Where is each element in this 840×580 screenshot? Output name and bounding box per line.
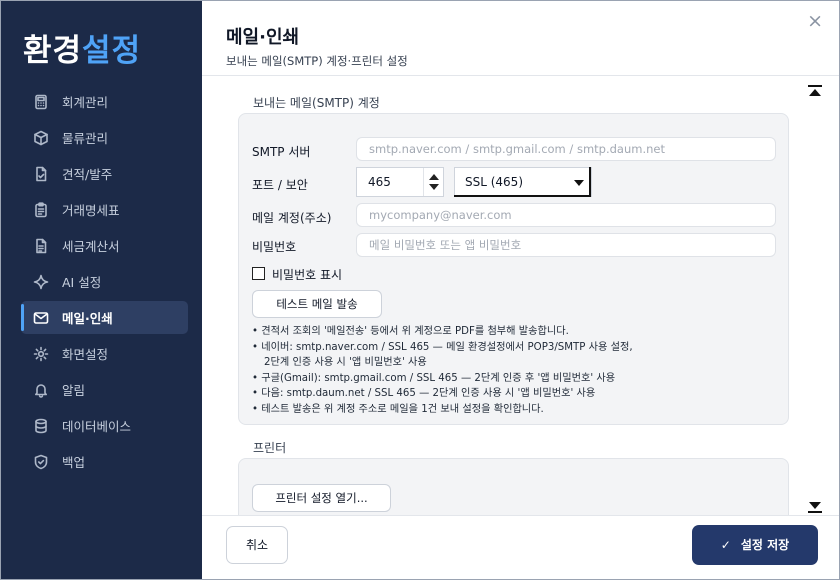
sidebar-item-label: 메일·인쇄 xyxy=(62,311,113,326)
sidebar-item-estimate[interactable]: 견적/발주 xyxy=(21,157,188,190)
sidebar-item-notifications[interactable]: 알림 xyxy=(21,373,188,406)
box-icon xyxy=(32,129,50,147)
account-email-input[interactable]: mycompany@naver.com xyxy=(356,203,776,227)
close-icon[interactable]: × xyxy=(807,12,823,31)
sidebar-item-accounting[interactable]: 회계관리 xyxy=(21,85,188,118)
bell-icon xyxy=(32,381,50,399)
save-settings-button[interactable]: ✓ 설정 저장 xyxy=(692,525,818,565)
app-title: 환경설정 xyxy=(23,25,141,70)
sidebar-item-label: 견적/발주 xyxy=(62,167,113,182)
footer-divider xyxy=(202,515,839,516)
title-part-2: 설정 xyxy=(82,33,142,69)
sidebar-item-label: AI 설정 xyxy=(62,275,102,290)
settings-scroll-area[interactable]: 보내는 메일(SMTP) 계정 SMTP 서버 smtp.naver.com /… xyxy=(224,83,799,515)
sidebar-item-logistics[interactable]: 물류관리 xyxy=(21,121,188,154)
calculator-icon xyxy=(32,93,50,111)
sidebar-item-label: 데이터베이스 xyxy=(62,419,132,434)
chevron-down-icon xyxy=(574,180,584,186)
title-part-1: 환경 xyxy=(23,33,83,69)
sidebar-item-backup[interactable]: 백업 xyxy=(21,445,188,478)
show-password-label[interactable]: 비밀번호 표시 xyxy=(272,266,342,283)
settings-window: 환경설정 회계관리 물류관리 견적/발주 거래명세표 세금계산서 AI 설정 메… xyxy=(0,0,840,580)
password-label: 비밀번호 xyxy=(252,240,297,254)
shield-check-icon xyxy=(32,453,50,471)
note-line: • 견적서 조회의 '메일전송' 등에서 위 계정으로 PDF를 첨부해 발송합… xyxy=(252,326,569,337)
security-select[interactable]: SSL (465) xyxy=(454,167,592,197)
password-input[interactable]: 메일 비밀번호 또는 앱 비밀번호 xyxy=(356,233,776,257)
sparkle-icon xyxy=(32,273,50,291)
sidebar-item-mail-print[interactable]: 메일·인쇄 xyxy=(21,301,188,334)
port-security-label: 포트 / 보안 xyxy=(252,178,308,192)
sidebar-item-label: 알림 xyxy=(62,383,86,398)
note-line: 2단계 인증 사용 시 '앱 비밀번호' 사용 xyxy=(264,357,427,369)
sidebar-item-label: 백업 xyxy=(62,455,86,470)
sidebar-item-statement[interactable]: 거래명세표 xyxy=(21,193,188,226)
sidebar-item-database[interactable]: 데이터베이스 xyxy=(21,409,188,442)
cancel-button[interactable]: 취소 xyxy=(226,526,288,564)
database-icon xyxy=(32,417,50,435)
save-label: 설정 저장 xyxy=(740,538,790,552)
sidebar-nav: 회계관리 물류관리 견적/발주 거래명세표 세금계산서 AI 설정 메일·인쇄 … xyxy=(21,85,188,481)
clipboard-icon xyxy=(32,201,50,219)
sidebar-item-display[interactable]: 화면설정 xyxy=(21,337,188,370)
note-line: • 구글(Gmail): smtp.gmail.com / SSL 465 — … xyxy=(252,372,616,384)
scroll-up-icon[interactable] xyxy=(809,89,821,96)
sidebar-item-label: 세금계산서 xyxy=(62,239,120,254)
sidebar-item-label: 회계관리 xyxy=(62,95,109,110)
document-check-icon xyxy=(32,165,50,183)
scrollbar-top-bar xyxy=(808,85,822,87)
page-title: 메일·인쇄 xyxy=(226,27,300,48)
sidebar-item-label: 화면설정 xyxy=(62,347,109,362)
smtp-notes: • 견적서 조회의 '메일전송' 등에서 위 계정으로 PDF를 첨부해 발송합… xyxy=(252,324,782,418)
note-line: • 다음: smtp.daum.net / SSL 465 — 2단계 인증 사… xyxy=(252,388,596,400)
sidebar-item-label: 물류관리 xyxy=(62,131,109,146)
mail-icon xyxy=(32,309,50,327)
open-printer-settings-button[interactable]: 프린터 설정 열기... xyxy=(252,484,391,512)
sidebar-item-tax-invoice[interactable]: 세금계산서 xyxy=(21,229,188,262)
smtp-card: SMTP 서버 smtp.naver.com / smtp.gmail.com … xyxy=(238,113,789,425)
scrollbar-bottom-bar xyxy=(808,511,822,513)
port-spin-buttons[interactable] xyxy=(423,168,443,196)
printer-card: 프린터 설정 열기... xyxy=(238,458,789,515)
note-line: • 네이버: smtp.naver.com / SSL 465 — 메일 환경설… xyxy=(252,341,633,353)
port-value: 465 xyxy=(368,175,391,189)
show-password-checkbox[interactable] xyxy=(252,267,265,280)
smtp-section-title: 보내는 메일(SMTP) 계정 xyxy=(253,96,380,110)
check-icon: ✓ xyxy=(720,538,731,552)
spin-down-icon[interactable] xyxy=(429,184,439,190)
sidebar-item-label: 거래명세표 xyxy=(62,203,120,218)
document-icon xyxy=(32,237,50,255)
header-divider xyxy=(202,75,839,76)
gear-icon xyxy=(32,345,50,363)
account-label: 메일 계정(주소) xyxy=(252,211,332,225)
security-value: SSL (465) xyxy=(465,175,524,189)
spin-up-icon[interactable] xyxy=(429,174,439,180)
scroll-down-icon[interactable] xyxy=(809,502,821,509)
smtp-server-label: SMTP 서버 xyxy=(252,145,311,159)
main-panel: × 메일·인쇄 보내는 메일(SMTP) 계정·프린터 설정 보내는 메일(SM… xyxy=(202,1,839,579)
printer-section-title: 프린터 xyxy=(253,441,287,455)
vertical-scrollbar[interactable] xyxy=(808,83,822,515)
port-stepper[interactable]: 465 xyxy=(356,167,444,197)
smtp-server-input[interactable]: smtp.naver.com / smtp.gmail.com / smtp.d… xyxy=(356,137,776,161)
test-mail-button[interactable]: 테스트 메일 발송 xyxy=(252,290,382,318)
page-subtitle: 보내는 메일(SMTP) 계정·프린터 설정 xyxy=(226,54,408,68)
sidebar: 환경설정 회계관리 물류관리 견적/발주 거래명세표 세금계산서 AI 설정 메… xyxy=(1,1,202,579)
note-line: • 테스트 발송은 위 계정 주소로 메일을 1건 보내 설정을 확인합니다. xyxy=(252,403,544,415)
sidebar-item-ai[interactable]: AI 설정 xyxy=(21,265,188,298)
